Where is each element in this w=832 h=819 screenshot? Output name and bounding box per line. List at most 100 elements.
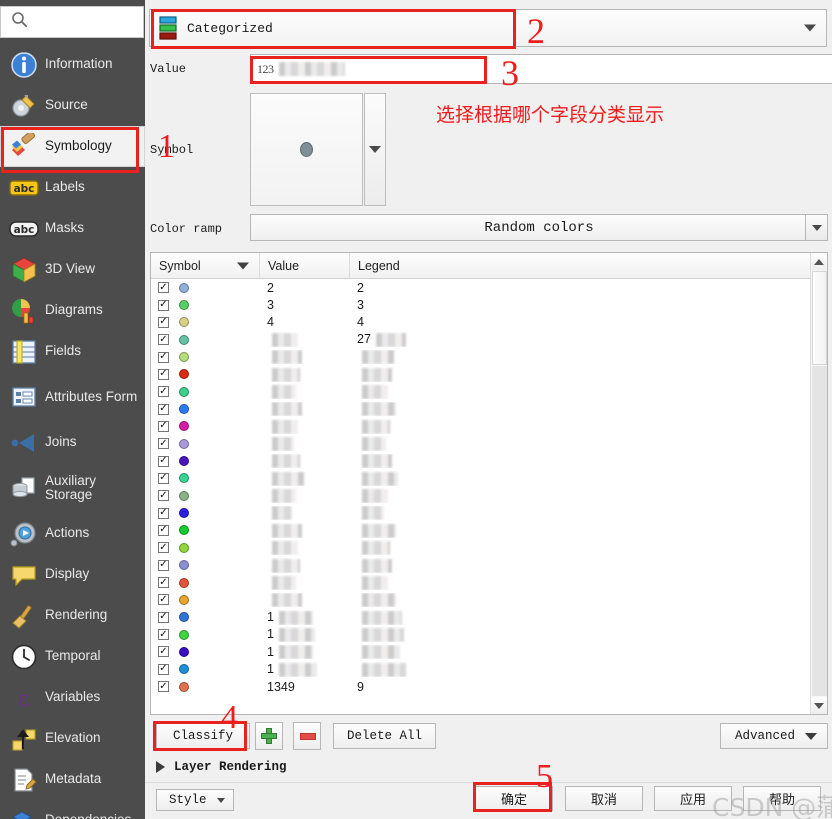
row-checkbox[interactable]: ✓ (158, 490, 169, 502)
row-symbol-icon[interactable] (179, 542, 189, 553)
cell-symbol[interactable]: ✓ (151, 316, 259, 328)
scroll-down-button[interactable] (811, 697, 827, 714)
value-field-combobox[interactable]: 123 (250, 54, 832, 84)
advanced-button[interactable]: Advanced (720, 723, 828, 749)
cell-legend[interactable] (349, 610, 827, 625)
cell-symbol[interactable]: ✓ (151, 299, 259, 311)
column-header-legend[interactable]: Legend (349, 253, 827, 278)
sidebar-item-symbology[interactable]: Symbology (0, 126, 145, 167)
cell-legend[interactable] (349, 454, 827, 469)
sidebar-item-dependencies[interactable]: Dependencies (0, 800, 145, 819)
table-row[interactable]: ✓ (151, 366, 827, 383)
scrollbar-track[interactable] (812, 366, 827, 696)
row-symbol-icon[interactable] (179, 421, 189, 432)
cell-symbol[interactable]: ✓ (151, 455, 259, 467)
row-symbol-icon[interactable] (179, 560, 189, 571)
column-header-value[interactable]: Value (259, 253, 349, 278)
sidebar-item-auxiliary-storage[interactable]: Auxiliary Storage (0, 463, 145, 513)
renderer-type-combobox[interactable]: Categorized (149, 9, 827, 47)
color-ramp-combobox[interactable]: Random colors (250, 214, 828, 241)
row-symbol-icon[interactable] (179, 404, 189, 415)
cell-value[interactable] (259, 593, 349, 608)
row-checkbox[interactable]: ✓ (158, 386, 169, 398)
sidebar-item-display[interactable]: Display (0, 554, 145, 595)
cell-legend[interactable] (349, 558, 827, 573)
row-checkbox[interactable]: ✓ (158, 438, 169, 450)
cell-legend[interactable] (349, 488, 827, 504)
sidebar-search[interactable] (0, 6, 144, 38)
cell-symbol[interactable]: ✓ (151, 663, 259, 675)
cell-value[interactable] (259, 575, 349, 590)
cell-value[interactable] (259, 419, 349, 434)
cell-value[interactable] (259, 402, 349, 417)
cell-legend[interactable] (349, 506, 827, 521)
cell-value[interactable] (259, 332, 349, 348)
cell-symbol[interactable]: ✓ (151, 507, 259, 519)
search-input[interactable] (34, 15, 143, 29)
row-symbol-icon[interactable] (179, 646, 189, 657)
sidebar-item-diagrams[interactable]: Diagrams (0, 290, 145, 331)
cell-value[interactable] (259, 540, 349, 556)
row-checkbox[interactable]: ✓ (158, 542, 169, 554)
column-header-symbol[interactable]: Symbol (151, 253, 259, 278)
row-symbol-icon[interactable] (179, 334, 189, 345)
row-symbol-icon[interactable] (179, 282, 189, 293)
table-row[interactable]: ✓ (151, 452, 827, 469)
table-row[interactable]: ✓ 1 (151, 626, 827, 643)
cell-value[interactable] (259, 350, 349, 365)
row-checkbox[interactable]: ✓ (158, 507, 169, 519)
cell-value[interactable]: 4 (259, 315, 349, 329)
row-checkbox[interactable]: ✓ (158, 629, 169, 641)
cell-value[interactable]: 3 (259, 298, 349, 312)
scroll-up-button[interactable] (811, 253, 827, 270)
table-vertical-scrollbar[interactable] (810, 253, 827, 714)
cell-symbol[interactable]: ✓ (151, 386, 259, 398)
classify-button[interactable]: Classify (156, 723, 250, 749)
cell-symbol[interactable]: ✓ (151, 594, 259, 606)
cell-symbol[interactable]: ✓ (151, 577, 259, 589)
row-symbol-icon[interactable] (179, 352, 189, 363)
row-checkbox[interactable]: ✓ (158, 472, 169, 484)
sidebar-item-3d-view[interactable]: 3D View (0, 249, 145, 290)
row-symbol-icon[interactable] (179, 369, 189, 380)
cell-value[interactable]: 1 (259, 627, 349, 642)
sidebar-item-masks[interactable]: abc Masks (0, 208, 145, 249)
table-row[interactable]: ✓ (151, 383, 827, 400)
row-checkbox[interactable]: ✓ (158, 681, 169, 693)
table-row[interactable]: ✓ (151, 487, 827, 504)
row-symbol-icon[interactable] (179, 594, 189, 605)
delete-all-button[interactable]: Delete All (333, 723, 436, 749)
row-checkbox[interactable]: ✓ (158, 420, 169, 432)
cell-symbol[interactable]: ✓ (151, 438, 259, 450)
sidebar-item-source[interactable]: Source (0, 85, 145, 126)
table-row[interactable]: ✓ (151, 435, 827, 452)
sidebar-item-metadata[interactable]: Metadata (0, 759, 145, 800)
row-checkbox[interactable]: ✓ (158, 316, 169, 328)
row-checkbox[interactable]: ✓ (158, 299, 169, 311)
row-symbol-icon[interactable] (179, 508, 189, 519)
table-row[interactable]: ✓ (151, 504, 827, 521)
row-symbol-icon[interactable] (179, 456, 189, 467)
symbol-preview-button[interactable] (250, 93, 363, 206)
cell-value[interactable] (259, 367, 349, 382)
table-row[interactable]: ✓ 3 3 (151, 296, 827, 313)
table-row[interactable]: ✓ 1 (151, 609, 827, 626)
cell-legend[interactable]: 3 (349, 298, 827, 312)
row-checkbox[interactable]: ✓ (158, 351, 169, 363)
cell-legend[interactable] (349, 540, 827, 556)
cell-value[interactable] (259, 523, 349, 538)
row-checkbox[interactable]: ✓ (158, 403, 169, 415)
row-symbol-icon[interactable] (179, 438, 189, 449)
row-checkbox[interactable]: ✓ (158, 646, 169, 658)
apply-button[interactable]: 应用 (654, 786, 732, 811)
cell-value[interactable]: 1 (259, 662, 349, 677)
cell-legend[interactable] (349, 662, 827, 677)
row-checkbox[interactable]: ✓ (158, 559, 169, 571)
cancel-button[interactable]: 取消 (565, 786, 643, 811)
cell-legend[interactable]: 4 (349, 315, 827, 329)
cell-symbol[interactable]: ✓ (151, 351, 259, 363)
table-row[interactable]: ✓ 1 (151, 661, 827, 678)
style-menu-button[interactable]: Style (156, 789, 234, 811)
table-row[interactable]: ✓ (151, 522, 827, 539)
row-checkbox[interactable]: ✓ (158, 594, 169, 606)
